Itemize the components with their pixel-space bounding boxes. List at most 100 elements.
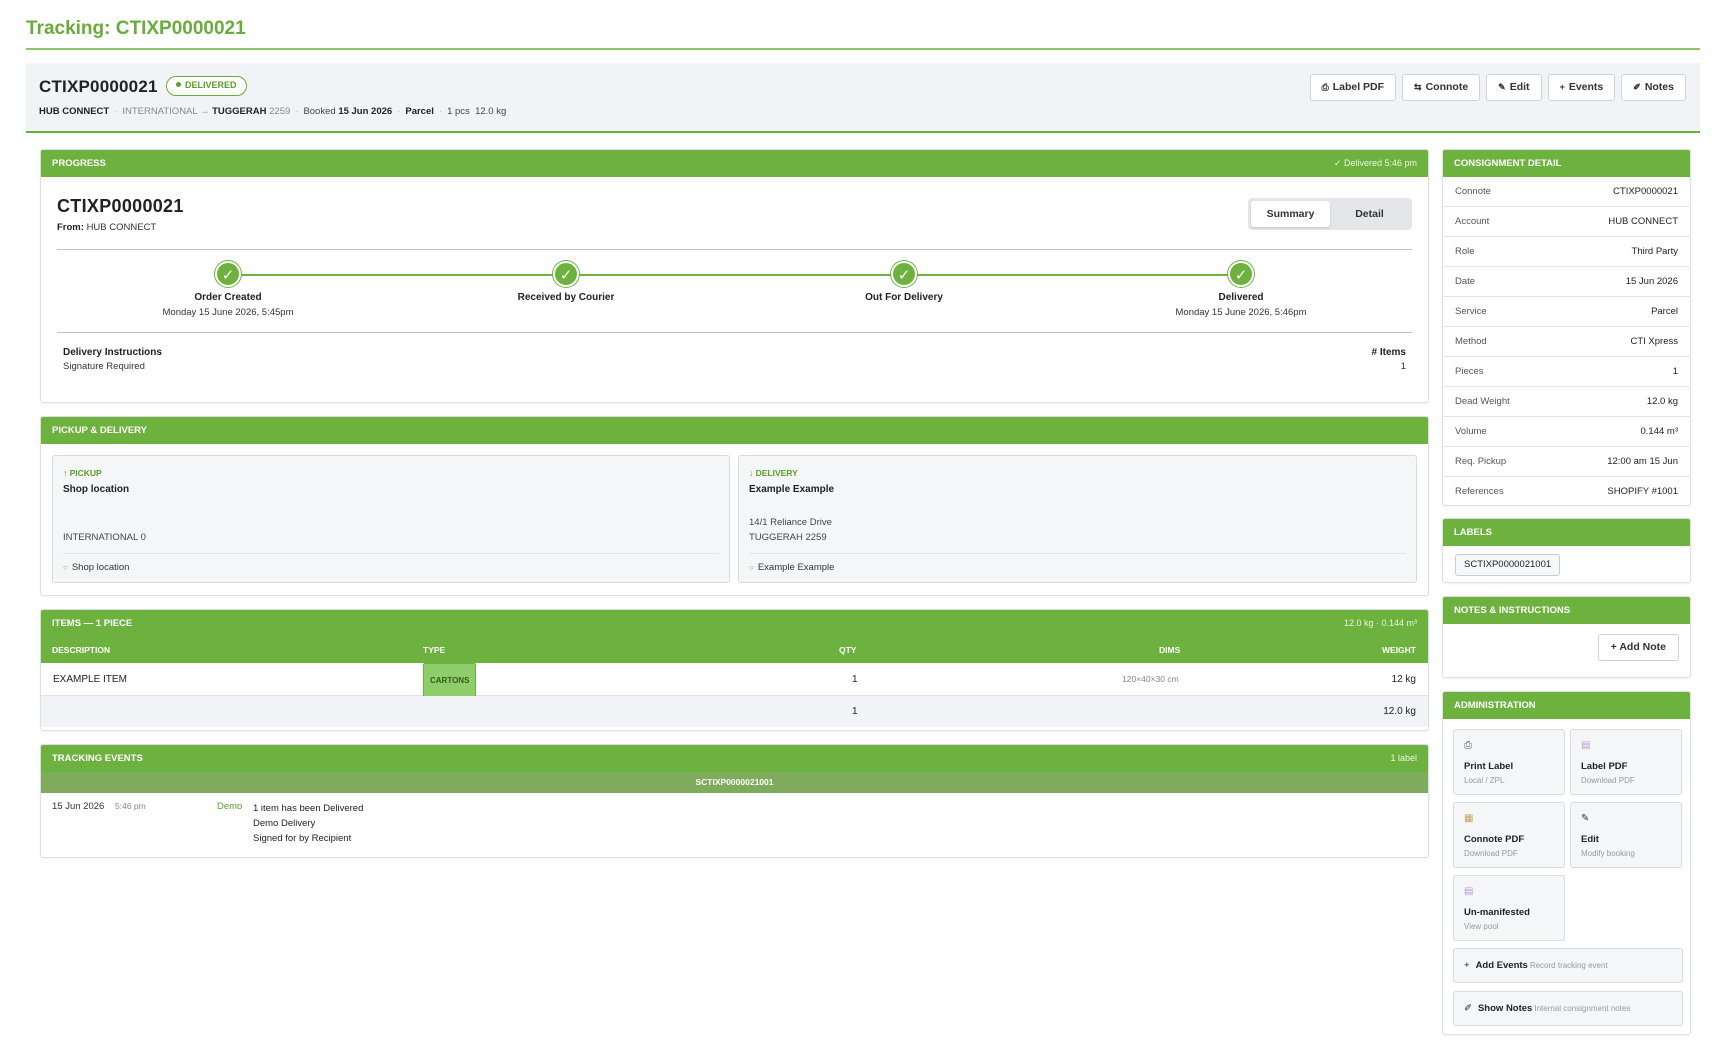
meta-pieces: 1 pcs (447, 106, 470, 117)
pickup-tag: ↑ PICKUP (63, 468, 102, 478)
events-button-label: Events (1568, 81, 1604, 93)
route-arrow-icon: → (199, 106, 210, 117)
event-message: 1 item has been Delivered Demo Delivery … (253, 801, 363, 846)
consignment-meta: HUB CONNECT · INTERNATIONAL → TUGGERAH 225… (39, 106, 507, 117)
event-date: 15 Jun 2026 (52, 801, 105, 812)
bar-subtitle: Record tracking event (1529, 961, 1608, 970)
pickup-name: Shop location (63, 484, 130, 495)
connote-button-label: Connote (1425, 81, 1469, 93)
status-dot-icon (176, 82, 181, 88)
detail-value: CTIXP0000021 (1613, 186, 1678, 197)
detail-value: CTI Xpress (1630, 336, 1678, 347)
pickup-delivery-header: PICKUP & DELIVERY (41, 417, 1428, 444)
delivery-address-line2: TUGGERAH 2259 (749, 532, 827, 543)
items-total-row: 1 12.0 kg (41, 696, 1428, 727)
notes-header: NOTES & INSTRUCTIONS (1443, 597, 1690, 624)
tracking-label-count: 1 label (1390, 753, 1417, 763)
toggle-summary[interactable]: Summary (1251, 201, 1330, 227)
meta-account: HUB CONNECT (39, 106, 110, 117)
detail-row-dead-weight: Dead Weight 12.0 kg (1443, 387, 1690, 417)
meta-weight: 12.0 kg (475, 106, 507, 117)
table-row: EXAMPLE ITEM CARTONS 1 120×40×30 cm 12 k… (41, 663, 1428, 698)
label-pdf-button[interactable]: ⎙ Label PDF (1309, 74, 1397, 101)
view-toggle: Summary Detail (1248, 198, 1412, 230)
detail-key: Connote (1455, 186, 1491, 197)
plus-icon: + (1464, 960, 1470, 971)
type-badge: CARTONS (423, 663, 477, 698)
location-icon: ○ (749, 563, 754, 572)
tile-subtitle: Modify booking (1581, 849, 1635, 858)
from-value: HUB CONNECT (86, 222, 157, 233)
consignment-detail-header: CONSIGNMENT DETAIL (1443, 150, 1690, 177)
detail-key: Role (1455, 246, 1475, 257)
delivery-address-line1: 14/1 Reliance Drive (749, 517, 832, 528)
progress-header: PROGRESS ✓ Delivered 5:46 pm (41, 150, 1428, 177)
tile-subtitle: Download PDF (1464, 849, 1518, 858)
col-description: DESCRIPTION (52, 645, 111, 655)
delivery-contact-text: Example Example (757, 562, 835, 573)
progress-card: PROGRESS ✓ Delivered 5:46 pm CTIXP000002… (40, 149, 1429, 403)
total-weight: 12.0 kg (1383, 706, 1416, 717)
label-chip[interactable]: SCTIXP0000021001 (1455, 554, 1561, 576)
tile-title: Connote PDF (1464, 834, 1525, 845)
add-events-button[interactable]: + Add Events Record tracking event (1453, 948, 1683, 983)
delivery-box: ↓ DELIVERY Example Example 14/1 Reliance… (738, 455, 1417, 583)
detail-row-date: Date 15 Jun 2026 (1443, 267, 1690, 297)
items-title: ITEMS — 1 PIECE (52, 618, 133, 629)
cell-weight: 12 kg (1391, 674, 1416, 685)
notes-button[interactable]: ✐ Notes (1621, 74, 1686, 101)
un-manifested-tile[interactable]: ▤ Un-manifested View pool (1453, 875, 1565, 941)
check-icon: ✓ (553, 261, 579, 287)
print-label-tile[interactable]: ⎙ Print Label Local / ZPL (1453, 729, 1565, 795)
event-source: Demo (217, 801, 243, 812)
printer-icon: ⎙ (1321, 82, 1329, 92)
connote-button[interactable]: ⇆ Connote (1402, 74, 1481, 101)
event-line-2: Demo Delivery (253, 818, 316, 829)
step-label: Out For Delivery (865, 292, 943, 303)
detail-key: Dead Weight (1455, 396, 1510, 407)
detail-row-references: References SHOPIFY #1001 (1443, 477, 1690, 505)
bar-title: Add Events (1475, 960, 1528, 971)
toggle-detail[interactable]: Detail (1330, 201, 1409, 227)
tile-title: Un-manifested (1464, 907, 1530, 918)
detail-row-req-pickup: Req. Pickup 12:00 am 15 Jun (1443, 447, 1690, 477)
step-order-created: ✓ Order Created Monday 15 June 2026, 5:4… (98, 261, 358, 318)
show-notes-button[interactable]: ✐ Show Notes Internal consignment notes (1453, 991, 1683, 1026)
edit-button[interactable]: ✎ Edit (1486, 74, 1542, 101)
step-label: Order Created (194, 292, 262, 303)
add-note-button[interactable]: + Add Note (1597, 634, 1679, 661)
detail-key: Date (1455, 276, 1476, 287)
tile-subtitle: View pool (1464, 922, 1499, 931)
items-totals: 12.0 kg · 0.144 m³ (1343, 618, 1417, 628)
detail-key: Pieces (1455, 366, 1484, 377)
pickup-separator (63, 553, 719, 554)
check-icon: ✓ (891, 261, 917, 287)
detail-row-volume: Volume 0.144 m³ (1443, 417, 1690, 447)
event-time: 5:46 pm (115, 801, 146, 811)
bar-subtitle: Internal consignment notes (1534, 1004, 1631, 1013)
note-icon: ✐ (1633, 82, 1641, 92)
label-pdf-tile[interactable]: ▤ Label PDF Download PDF (1570, 729, 1682, 795)
col-dims: DIMS (1159, 645, 1181, 655)
step-label: Delivered (1218, 292, 1264, 303)
event-line-1: 1 item has been Delivered (253, 803, 364, 814)
step-date: Monday 15 June 2026, 5:45pm (162, 307, 294, 318)
meta-booked-date: 15 Jun 2026 (338, 106, 393, 117)
step-label: Received by Courier (517, 292, 615, 303)
edit-button-label: Edit (1509, 81, 1530, 93)
pickup-contact-text: Shop location (71, 562, 130, 573)
progress-line (228, 274, 1240, 276)
delivery-instructions-label: Delivery Instructions (63, 347, 162, 358)
pencil-icon: ✎ (1498, 82, 1506, 92)
items-count-label: # Items (1371, 347, 1406, 358)
tile-title: Print Label (1464, 761, 1514, 772)
consignment-summary-bar: CTIXP0000021 DELIVERED HUB CONNECT · INTER… (26, 63, 1700, 133)
label-pdf-button-label: Label PDF (1332, 81, 1385, 93)
delivered-time: ✓ Delivered 5:46 pm (1333, 158, 1417, 168)
pickup-contact: ○ Shop location (63, 562, 129, 573)
connote-pdf-tile[interactable]: ▦ Connote PDF Download PDF (1453, 802, 1565, 868)
events-button[interactable]: + Events (1547, 74, 1616, 101)
edit-tile[interactable]: ✎ Edit Modify booking (1570, 802, 1682, 868)
cell-qty: 1 (852, 674, 858, 685)
col-weight: WEIGHT (1382, 645, 1416, 655)
